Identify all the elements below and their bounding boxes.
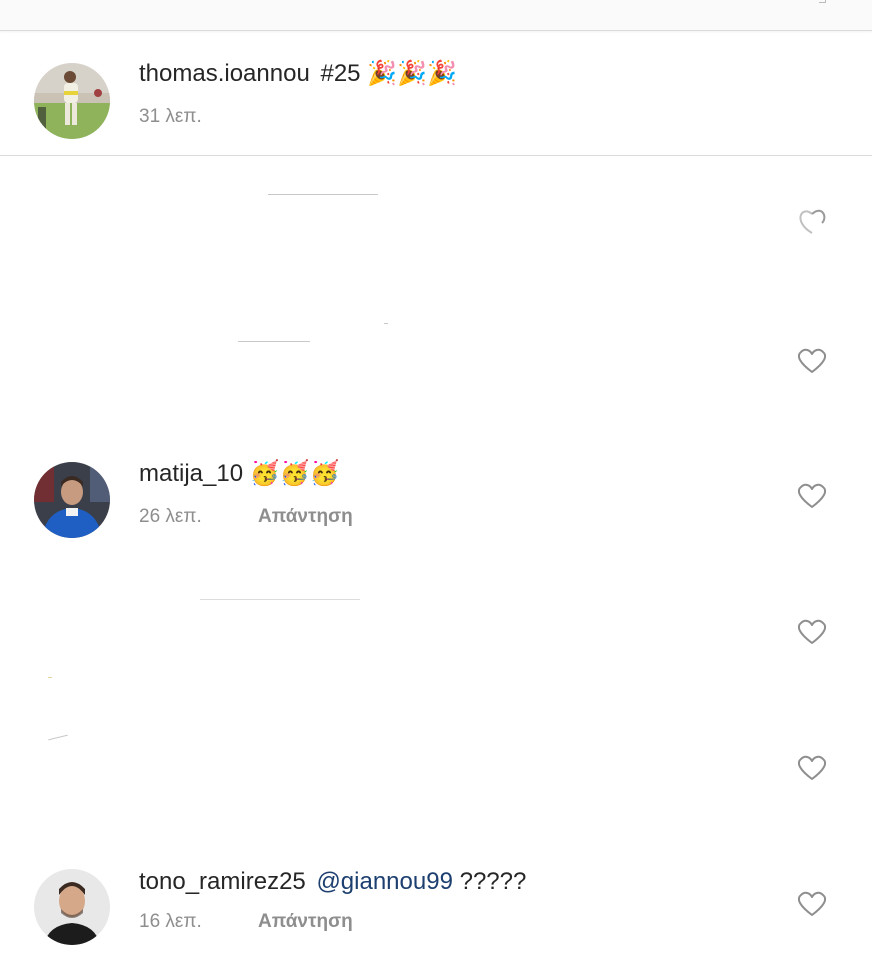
avatar-player-blue-kit-image bbox=[34, 462, 110, 538]
heart-outline-icon[interactable] bbox=[798, 755, 826, 781]
username[interactable]: matija_10 bbox=[139, 460, 243, 487]
avatar[interactable] bbox=[34, 63, 110, 139]
redacted-text-trace bbox=[238, 341, 310, 342]
comment-text: matija_10 🥳🥳🥳 bbox=[139, 459, 339, 489]
comment-item: matija_10 🥳🥳🥳 26 λεπ. Απάντηση bbox=[0, 427, 872, 563]
reply-button[interactable]: Απάντηση bbox=[258, 505, 353, 529]
heart-outline-icon[interactable] bbox=[798, 209, 826, 235]
partying-face-emojis: 🥳🥳🥳 bbox=[249, 460, 340, 487]
heart-outline-icon[interactable] bbox=[798, 483, 826, 509]
comment-item: tono_ramirez25 @giannou99 ????? 16 λεπ. … bbox=[0, 835, 872, 960]
redacted-text-trace bbox=[268, 194, 378, 195]
comment-redacted bbox=[0, 677, 872, 835]
redacted-text-trace bbox=[200, 599, 360, 600]
post-caption: thomas.ioannou #25 🎉🎉🎉 31 λεπ. bbox=[0, 31, 872, 156]
heart-outline-icon[interactable] bbox=[798, 619, 826, 645]
avatar-football-player-image bbox=[34, 63, 110, 139]
redacted-text-trace bbox=[384, 323, 388, 324]
redacted-text-trace bbox=[48, 677, 52, 678]
timestamp: 16 λεπ. bbox=[139, 911, 202, 932]
avatar-man-portrait-image bbox=[34, 869, 110, 945]
reply-button[interactable]: Απάντηση bbox=[258, 910, 353, 934]
avatar[interactable] bbox=[34, 462, 110, 538]
username[interactable]: tono_ramirez25 bbox=[139, 868, 306, 895]
comment-meta: 26 λεπ. Απάντηση bbox=[139, 505, 353, 529]
username[interactable]: thomas.ioannou bbox=[139, 60, 310, 87]
top-bar bbox=[0, 0, 872, 31]
caption-hashtag[interactable]: #25 bbox=[320, 60, 360, 87]
mention-link[interactable]: @giannou99 bbox=[316, 868, 452, 895]
comment-redacted bbox=[0, 291, 872, 427]
caption-text: thomas.ioannou #25 🎉🎉🎉 bbox=[139, 59, 457, 89]
heart-outline-icon[interactable] bbox=[798, 348, 826, 374]
caption-meta: 31 λεπ. bbox=[139, 105, 202, 129]
comment-text: tono_ramirez25 @giannou99 ????? bbox=[139, 867, 526, 897]
avatar[interactable] bbox=[34, 869, 110, 945]
timestamp: 26 λεπ. bbox=[139, 506, 202, 527]
comment-meta: 16 λεπ. Απάντηση bbox=[139, 910, 353, 934]
comment-redacted bbox=[0, 563, 872, 699]
heart-outline-icon[interactable] bbox=[798, 891, 826, 917]
chevron-icon bbox=[819, 0, 826, 3]
party-popper-emojis: 🎉🎉🎉 bbox=[367, 60, 457, 87]
comment-redacted bbox=[0, 157, 872, 291]
timestamp: 31 λεπ. bbox=[139, 106, 202, 127]
redacted-text-trace bbox=[48, 734, 68, 741]
comment-body: ????? bbox=[459, 868, 527, 895]
